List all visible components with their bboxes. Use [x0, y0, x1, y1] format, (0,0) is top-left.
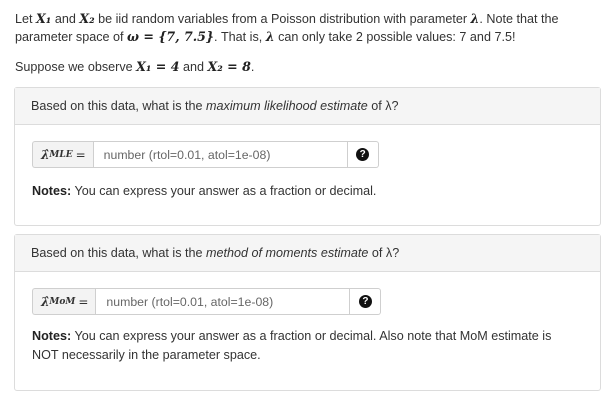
observation-statement: Suppose we observe X₁ = 4 and X₂ = 8.: [15, 58, 254, 76]
parameter-space: ω = {7, 7.5}: [127, 29, 214, 44]
problem-intro-line: Let X₁ and X₂ be iid random variables fr…: [15, 10, 605, 46]
question-card-mle: Based on this data, what is the maximum …: [14, 87, 601, 226]
notes-label: Notes:: [32, 184, 72, 198]
intro-text: . That is,: [213, 30, 263, 44]
question-text: Based on this data, what is the: [31, 99, 203, 113]
mom-help-button[interactable]: ?: [350, 288, 382, 315]
question-emphasis: method of moments estimate: [206, 246, 369, 260]
var-x1: X₁: [36, 11, 52, 26]
observe-text: Suppose we observe: [15, 60, 133, 74]
intro-text: can only take 2 possible values: 7 and 7…: [278, 30, 516, 44]
question-text: Based on this data, what is the: [31, 246, 203, 260]
mom-answer-input[interactable]: [95, 288, 351, 315]
question-text: of λ?: [371, 99, 399, 113]
mle-help-button[interactable]: ?: [347, 141, 379, 168]
notes-mom: Notes: You can express your answer as a …: [32, 327, 577, 365]
question-header-mom: Based on this data, what is the method o…: [15, 235, 600, 272]
equals-sign: =: [78, 294, 89, 309]
var-lambda: λ: [265, 29, 275, 44]
estimator-subscript: MLE: [49, 149, 73, 160]
observe-text: and: [183, 60, 205, 74]
var-x2: X₂: [79, 11, 95, 26]
intro-text: be iid random variables from a Poisson d…: [98, 12, 468, 26]
observe-text: .: [250, 60, 255, 74]
observation-x2: X₂ = 8: [207, 59, 251, 74]
question-emphasis: maximum likelihood estimate: [206, 99, 368, 113]
answer-label-mom: λ̂ MoM =: [32, 288, 96, 315]
answer-label-mle: λ̂ MLE =: [32, 141, 93, 168]
notes-text: You can express your answer as a fractio…: [32, 329, 552, 362]
question-card-mom: Based on this data, what is the method o…: [14, 234, 601, 391]
mle-answer-input[interactable]: [92, 141, 348, 168]
notes-text: You can express your answer as a fractio…: [74, 184, 377, 198]
answer-input-group-mom: λ̂ MoM = ?: [32, 288, 382, 315]
intro-text: and: [54, 12, 76, 26]
equals-sign: =: [75, 147, 86, 162]
notes-label: Notes:: [32, 329, 72, 343]
question-text: of λ?: [371, 246, 400, 260]
question-circle-icon: ?: [356, 148, 370, 161]
observation-x1: X₁ = 4: [136, 59, 180, 74]
problem-statement: Let X₁ and X₂ be iid random variables fr…: [15, 10, 605, 46]
estimator-subscript: MoM: [49, 296, 76, 307]
notes-mle: Notes: You can express your answer as a …: [32, 182, 577, 201]
question-circle-icon: ?: [358, 295, 372, 308]
answer-input-group-mle: λ̂ MLE = ?: [32, 141, 379, 168]
intro-text: Let: [15, 12, 33, 26]
question-header-mle: Based on this data, what is the maximum …: [15, 88, 600, 125]
